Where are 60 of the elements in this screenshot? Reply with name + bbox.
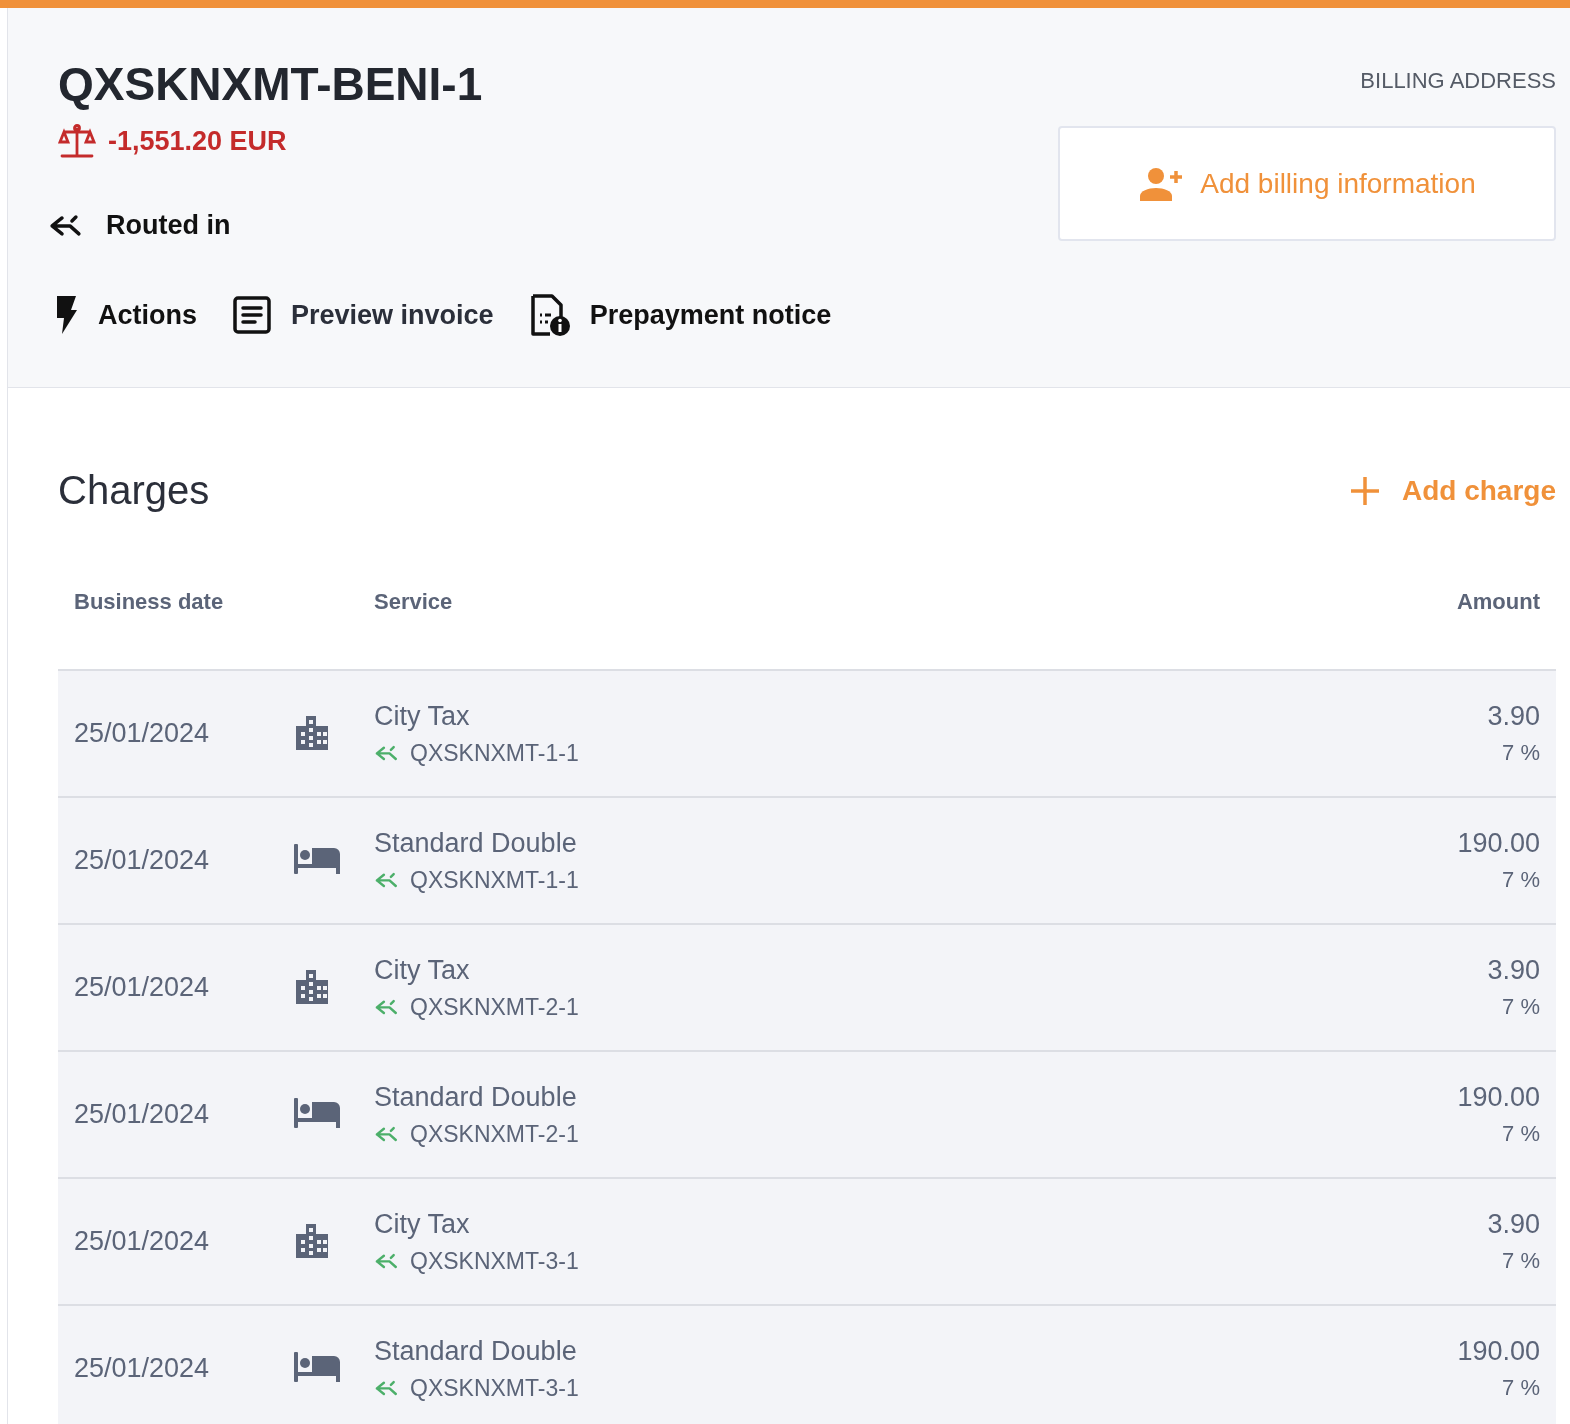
service-name: Standard Double [374,1081,578,1113]
column-header: Business date [74,589,225,615]
plus-icon [1349,475,1380,506]
document-lines-icon [233,296,271,334]
amount-cell: 190.00 [1457,828,1540,859]
bed-icon [294,1351,340,1382]
building-icon [294,1221,330,1258]
routing-label: Routed in [106,210,231,241]
amount-cell: 3.90 [1487,701,1540,732]
action-button[interactable]: Prepayment notice [529,293,832,337]
column-header: Service [374,589,454,615]
billing-address-label: BILLING ADDRESS [1360,68,1556,94]
date-cell-text: 25/01/2024 [74,1226,211,1257]
date-cell-text: 25/01/2024 [74,845,211,876]
service-name: Standard Double [374,1335,578,1367]
balance-amount: -1,551.20 EUR [108,125,287,157]
routed-in-icon [374,871,398,889]
source-folio: QXSKNXMT-1-1 [410,866,579,894]
routed-in-icon [374,744,398,762]
source-folio: QXSKNXMT-3-1 [410,1374,579,1402]
building-icon [294,967,330,1004]
source-folio: QXSKNXMT-2-1 [410,1120,579,1148]
service-name: Standard Double [374,827,578,859]
bed-icon [294,843,340,874]
amount-cell: 3.90 [1487,1209,1540,1240]
amount-cell: 190.00 [1457,1082,1540,1113]
routed-in-icon [374,1125,398,1143]
lightning-bolt-icon [54,296,78,334]
date-cell-text: 25/01/2024 [74,1353,211,1384]
bed-icon [294,1097,340,1128]
folio-title: QXSKNXMT-BENI-1 [58,58,484,110]
action-button[interactable]: Preview invoice [233,296,494,334]
source-folio: QXSKNXMT-3-1 [410,1247,579,1275]
vat-rate: 7 % [1502,1121,1540,1147]
scales-icon [58,124,96,158]
source-folio: QXSKNXMT-2-1 [410,993,579,1021]
amount-cell: 3.90 [1487,955,1540,986]
column-header: Amount [1455,589,1540,615]
building-icon [294,713,330,750]
document-info-icon [529,293,570,337]
action-button[interactable]: Actions [54,296,197,334]
routed-in-icon [374,1379,398,1397]
service-name: City Tax [374,954,471,986]
date-cell-text: 25/01/2024 [74,718,211,749]
amount-cell: 190.00 [1457,1336,1540,1367]
vat-rate: 7 % [1502,867,1540,893]
routed-in-icon [374,998,398,1016]
charges-heading: Charges [58,468,210,513]
vat-rate: 7 % [1502,1248,1540,1274]
add-person-icon [1138,166,1185,201]
service-name: City Tax [374,700,471,732]
vat-rate: 7 % [1502,994,1540,1020]
service-name: City Tax [374,1208,471,1240]
source-folio: QXSKNXMT-1-1 [410,739,579,767]
vat-rate: 7 % [1502,1375,1540,1401]
routed-in-icon [48,213,82,238]
date-cell-text: 25/01/2024 [74,972,211,1003]
date-cell-text: 25/01/2024 [74,1099,211,1130]
routed-in-icon [374,1252,398,1270]
vat-rate: 7 % [1502,740,1540,766]
